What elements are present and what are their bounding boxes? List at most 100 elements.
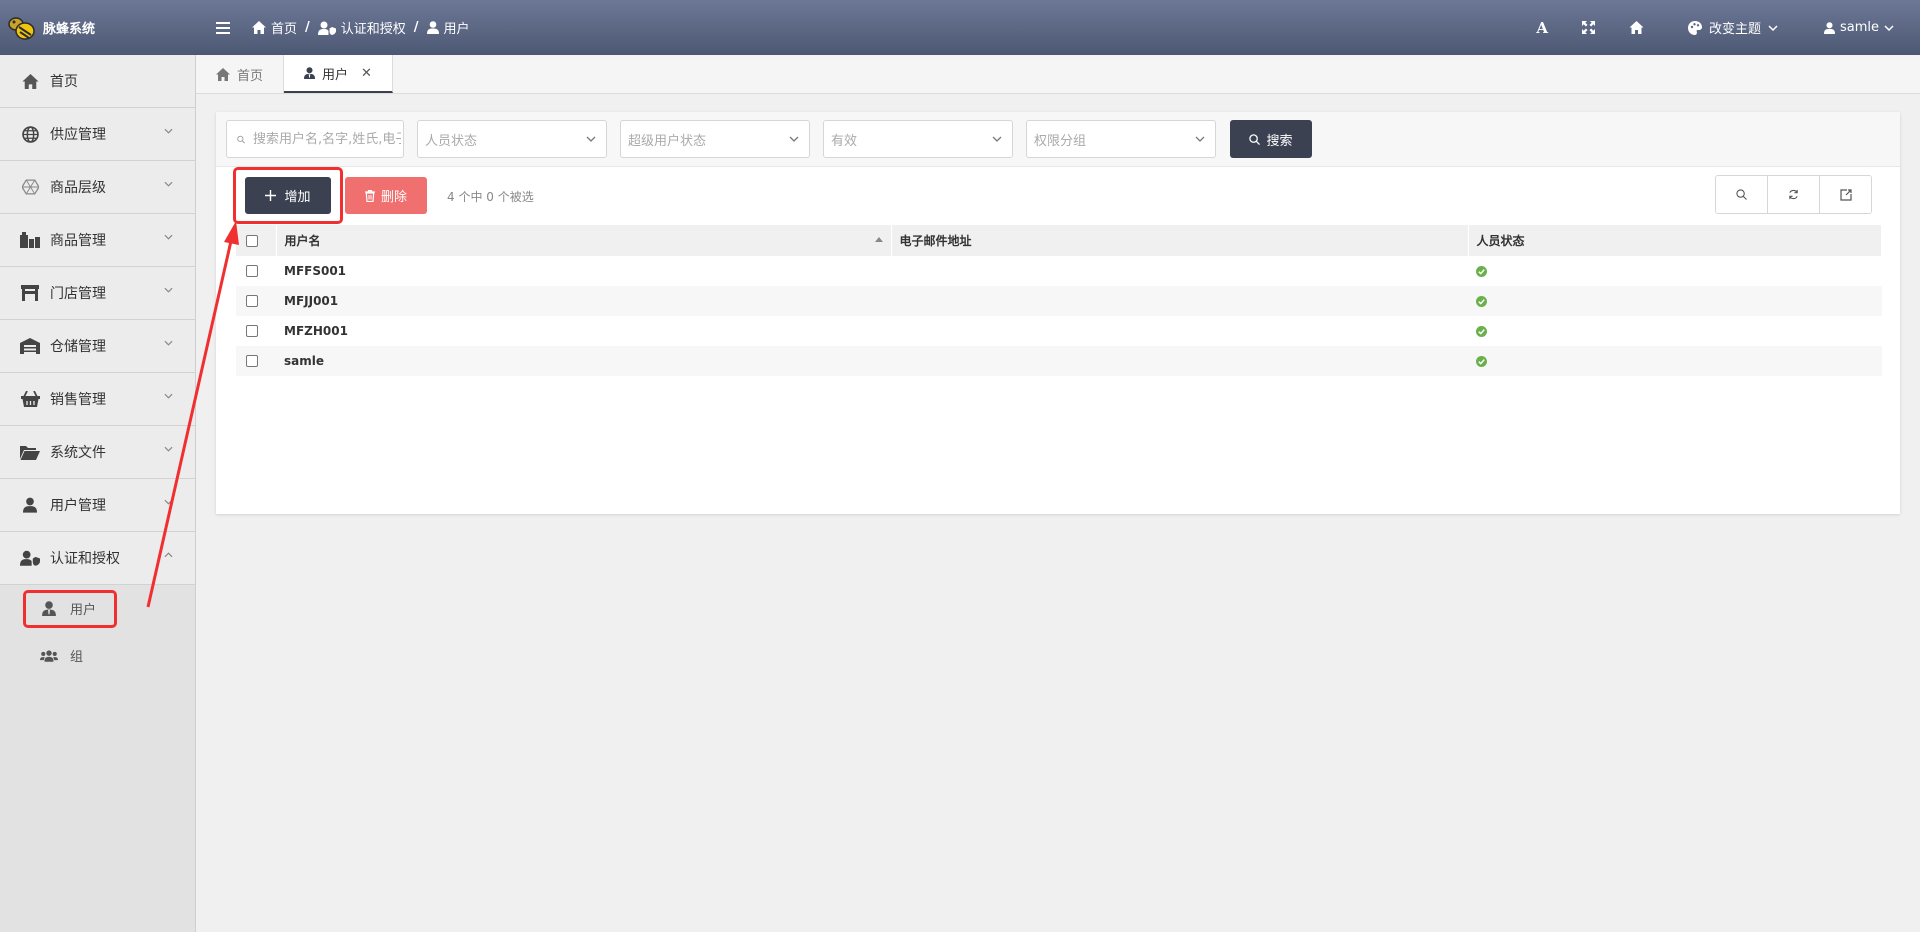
sidebar-item-label: 用户管理 <box>50 498 106 514</box>
search-button[interactable]: 搜索 <box>1230 120 1312 158</box>
username-cell[interactable]: MFZH001 <box>276 316 891 346</box>
breadcrumb-auth[interactable]: 认证和授权 <box>317 18 406 37</box>
sidebar-item-home[interactable]: 首页 <box>0 55 195 108</box>
select-all-checkbox[interactable] <box>246 234 258 247</box>
filter-staff-status[interactable]: 人员状态 <box>417 120 607 158</box>
table-refresh-button[interactable] <box>1768 176 1820 213</box>
sidebar-item-warehouse-management[interactable]: 仓储管理 <box>0 320 195 373</box>
breadcrumb-separator: / <box>305 20 310 35</box>
username-cell[interactable]: samle <box>276 346 891 376</box>
row-checkbox[interactable] <box>246 295 258 307</box>
filter-active[interactable]: 有效 <box>823 120 1013 158</box>
sidebar-item-system-files[interactable]: 系统文件 <box>0 426 195 479</box>
palette-icon <box>1687 20 1702 35</box>
tab-home[interactable]: 首页 <box>196 55 285 93</box>
change-theme-dropdown[interactable]: 改变主题 <box>1687 18 1778 37</box>
sidebar-item-user-management[interactable]: 用户管理 <box>0 479 195 532</box>
row-checkbox[interactable] <box>246 265 258 277</box>
brand[interactable]: 脉蜂系统 <box>0 0 196 55</box>
filter-superuser-status[interactable]: 超级用户状态 <box>620 120 810 158</box>
email-cell <box>891 316 1468 346</box>
sidebar-item-store-management[interactable]: 门店管理 <box>0 267 195 320</box>
chevron-down-icon <box>164 499 173 505</box>
email-cell <box>891 256 1468 286</box>
chevron-down-icon <box>164 340 173 346</box>
sidebar-item-supply[interactable]: 供应管理 <box>0 108 195 161</box>
select-value: 有效 <box>831 133 858 149</box>
folder-open-icon <box>20 442 40 462</box>
font-size-button[interactable]: A <box>1536 19 1548 37</box>
action-bar: 增加 删除 4 个中 0 个被选 <box>216 167 1900 225</box>
row-checkbox-cell <box>236 316 276 346</box>
sidebar-item-product-management[interactable]: 商品管理 <box>0 214 195 267</box>
username-cell[interactable]: MFFS001 <box>276 256 891 286</box>
globe-icon <box>20 124 40 144</box>
sidebar-item-label: 商品层级 <box>50 180 106 196</box>
tab-users[interactable]: 用户 ✕ <box>284 55 393 93</box>
staff-status-cell <box>1468 256 1882 286</box>
refresh-icon <box>1789 189 1798 200</box>
row-checkbox-cell <box>236 346 276 376</box>
delete-button[interactable]: 删除 <box>345 177 427 214</box>
filter-permission-group[interactable]: 权限分组 <box>1026 120 1216 158</box>
basket-icon <box>20 389 40 409</box>
sidebar-item-label: 仓储管理 <box>50 339 106 355</box>
tab-label: 首页 <box>237 68 264 84</box>
breadcrumb-home[interactable]: 首页 <box>252 18 297 37</box>
sidebar-item-label: 销售管理 <box>50 392 106 408</box>
menu-toggle-button[interactable] <box>216 21 238 34</box>
sidebar-item-label: 系统文件 <box>50 445 106 461</box>
username-cell[interactable]: MFJJ001 <box>276 286 891 316</box>
hamburger-icon <box>216 21 230 34</box>
sidebar-item-label: 首页 <box>50 74 78 90</box>
chevron-down-icon <box>164 181 173 187</box>
chevron-down-icon <box>1884 24 1894 31</box>
email-cell <box>891 346 1468 376</box>
sidebar-item-label: 商品管理 <box>50 233 106 249</box>
search-box <box>226 120 404 158</box>
sidebar-subitem-label: 组 <box>70 650 84 665</box>
chevron-down-icon <box>789 136 799 142</box>
column-header-email[interactable]: 电子邮件地址 <box>891 225 1469 256</box>
row-checkbox[interactable] <box>246 325 258 337</box>
chevron-up-icon <box>164 552 173 558</box>
sidebar-subitem-users[interactable]: 用户 <box>0 585 195 632</box>
table-row: MFJJ001 <box>236 286 1882 316</box>
chevron-down-icon <box>586 136 596 142</box>
user-icon <box>1823 21 1835 34</box>
home-icon <box>20 71 40 91</box>
select-value: 超级用户状态 <box>628 133 707 149</box>
home-icon <box>216 67 230 81</box>
chevron-down-icon <box>164 287 173 293</box>
user-icon <box>20 495 40 515</box>
delete-button-label: 删除 <box>380 190 407 205</box>
sidebar-item-sales-management[interactable]: 销售管理 <box>0 373 195 426</box>
home-button[interactable] <box>1629 21 1644 34</box>
table-search-button[interactable] <box>1716 176 1768 213</box>
search-icon <box>1736 189 1747 200</box>
sidebar-item-label: 供应管理 <box>50 127 106 143</box>
tab-bar: 首页 用户 ✕ <box>196 55 1920 94</box>
breadcrumb-current[interactable]: 用户 <box>426 18 470 37</box>
select-value: 人员状态 <box>425 133 478 149</box>
column-header-username[interactable]: 用户名 <box>276 225 892 256</box>
user-menu[interactable]: samle <box>1823 20 1894 35</box>
app-name: 脉蜂系统 <box>43 22 96 37</box>
column-header-staff-status[interactable]: 人员状态 <box>1468 225 1882 256</box>
user-shield-icon <box>317 21 336 35</box>
theme-label: 改变主题 <box>1708 22 1761 37</box>
sidebar-subitem-groups[interactable]: 组 <box>0 632 195 679</box>
staff-status-cell <box>1468 286 1882 316</box>
table-export-button[interactable] <box>1820 176 1871 213</box>
sidebar-item-product-hierarchy[interactable]: 商品层级 <box>0 161 195 214</box>
add-button-label: 增加 <box>284 190 311 205</box>
tab-label: 用户 <box>322 67 349 83</box>
sidebar-item-auth[interactable]: 认证和授权 <box>0 532 195 585</box>
add-button[interactable]: 增加 <box>245 177 331 214</box>
fullscreen-button[interactable] <box>1581 21 1595 34</box>
close-icon[interactable]: ✕ <box>361 66 372 81</box>
row-checkbox[interactable] <box>246 355 258 367</box>
breadcrumb-separator: / <box>413 20 419 35</box>
search-input[interactable] <box>251 130 403 148</box>
table-toolbar <box>1715 175 1872 214</box>
